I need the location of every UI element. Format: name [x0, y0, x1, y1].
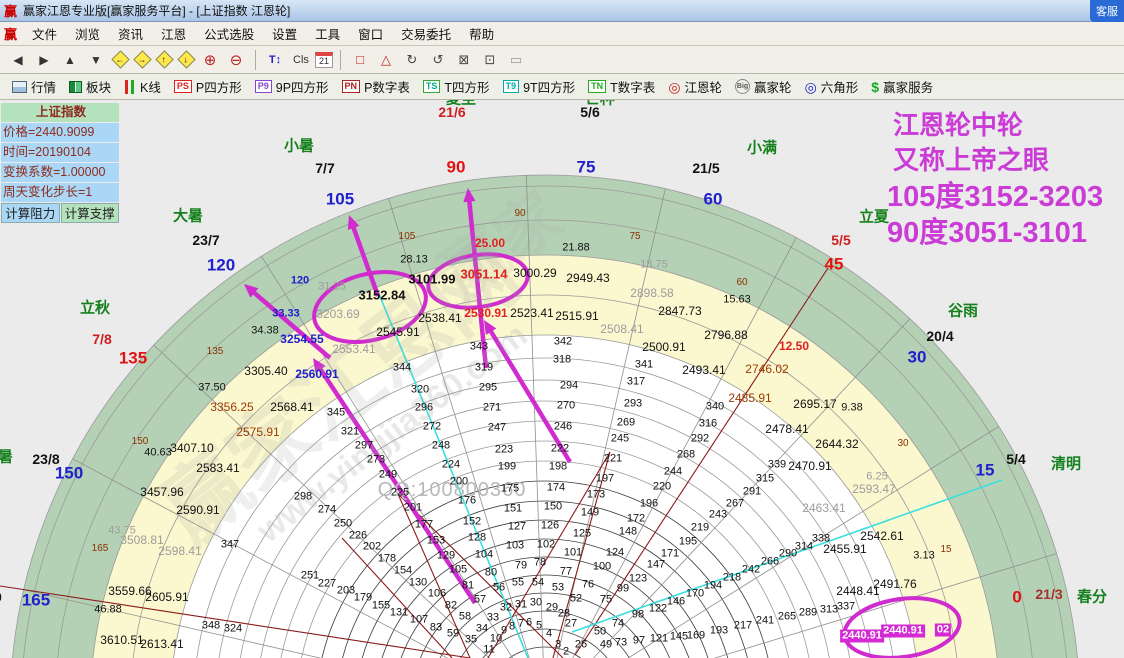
t-table-button-icon: TN — [588, 80, 606, 93]
app-window: 赢家江恩网www.yingjia360.com赢家小暑夏至芒种小满立夏谷雨清明春… — [0, 0, 1124, 658]
t-square-button-icon: TS — [423, 80, 441, 93]
rotate-cw-icon[interactable]: ↻ — [400, 49, 424, 71]
sectors-button[interactable]: 板块 — [63, 75, 117, 98]
winner-wheel-button[interactable]: Big 赢家轮 — [729, 75, 798, 98]
winner-wheel-button-icon: Big — [735, 79, 750, 94]
toolbar-charts: 行情板块K线PSP四方形P99P四方形PNP数字表TST四方形T99T四方形TN… — [0, 74, 1124, 100]
forward-icon[interactable]: ▶ — [32, 49, 56, 71]
up-icon[interactable]: ▲ — [58, 49, 82, 71]
quotes-button[interactable]: 行情 — [6, 75, 62, 98]
quotes-button-label: 行情 — [31, 77, 56, 96]
menu-item-帮助[interactable]: 帮助 — [460, 26, 503, 44]
toolbar-separator — [340, 50, 341, 70]
panel-value-row: 时间=20190104 — [1, 143, 119, 162]
t-table-button-label: T数字表 — [610, 77, 655, 96]
rotate-ccw-icon[interactable]: ↺ — [426, 49, 450, 71]
winner-service-button[interactable]: $赢家服务 — [865, 75, 939, 98]
window-title: 赢家江恩专业版[赢家服务平台] - [上证指数 江恩轮] — [23, 2, 290, 19]
callout-line: 105度3152-3203 — [887, 183, 1103, 212]
app-logo-icon: 赢 — [4, 1, 17, 20]
zoom-out-icon[interactable]: ⊖ — [224, 49, 248, 71]
zoom-in-icon[interactable]: ⊕ — [198, 49, 222, 71]
panel-value-row: 周天变化步长=1 — [1, 183, 119, 202]
kline-button-label: K线 — [140, 77, 161, 96]
menu-item-公式选股[interactable]: 公式选股 — [195, 26, 263, 44]
gann-wheel-button[interactable]: ◎ 江恩轮 — [662, 75, 728, 98]
square-tool-icon[interactable]: □ — [348, 49, 372, 71]
sectors-button-icon — [69, 81, 82, 93]
p-table-button[interactable]: PNP数字表 — [336, 75, 416, 98]
callout-line: 90度3051-3101 — [887, 219, 1087, 248]
index-info-panel: 上证指数 价格=2440.9099时间=20190104变换系数=1.00000… — [1, 103, 119, 223]
quotes-button-icon — [12, 81, 27, 93]
p-square-button-label: P四方形 — [196, 77, 242, 96]
gann-wheel-button-label: 江恩轮 — [685, 77, 723, 96]
center-icon[interactable]: ⊡ — [478, 49, 502, 71]
9t-square-button-label: 9T四方形 — [523, 77, 575, 96]
p-square-button[interactable]: PS P四方形 — [168, 75, 248, 98]
calc-resistance-button[interactable]: 计算阻力 — [1, 203, 60, 223]
sectors-button-label: 板块 — [86, 77, 111, 96]
9p-square-button[interactable]: P9 9P四方形 — [249, 75, 335, 98]
winner-service-button-label: 赢家服务 — [883, 77, 933, 96]
gann-wheel-button-icon: ◎ — [668, 80, 680, 94]
panel-value-row: 变换系数=1.00000 — [1, 163, 119, 182]
p-table-button-icon: PN — [342, 80, 361, 93]
menu-item-窗口[interactable]: 窗口 — [349, 26, 392, 44]
menu-item-文件[interactable]: 文件 — [23, 26, 66, 44]
back-icon[interactable]: ◀ — [6, 49, 30, 71]
pan-up-icon[interactable]: ↑ — [154, 50, 174, 70]
9p-square-button-label: 9P四方形 — [276, 77, 329, 96]
calendar-icon[interactable]: 21 — [315, 52, 333, 68]
pan-right-icon[interactable]: → — [132, 50, 152, 70]
p-square-button-icon: PS — [174, 80, 192, 93]
kline-button[interactable]: K线 — [118, 75, 167, 98]
pan-left-icon[interactable]: ← — [110, 50, 130, 70]
toolbar-separator — [255, 50, 256, 70]
down-icon[interactable]: ▼ — [84, 49, 108, 71]
menu-item-设置[interactable]: 设置 — [263, 26, 306, 44]
callout-line: 江恩轮中轮 — [893, 112, 1023, 138]
screen-icon[interactable]: ▭ — [504, 49, 528, 71]
9p-square-button-icon: P9 — [255, 80, 272, 93]
calc-support-button[interactable]: 计算支撑 — [61, 203, 120, 223]
t-square-button[interactable]: TST四方形 — [417, 75, 496, 98]
callout-line: 又称上帝之眼 — [893, 147, 1049, 173]
menu-item-资讯[interactable]: 资讯 — [109, 26, 152, 44]
hexagon-button-label: 六角形 — [821, 77, 859, 96]
kline-button-icon — [124, 80, 136, 94]
winner-wheel-button-label: 赢家轮 — [754, 77, 792, 96]
toolbar-main: ◀▶▲▼←→↑↓⊕⊖ T↕Cls21 □△↻↺⊠⊡▭ — [0, 46, 1124, 74]
menu-item-交易委托[interactable]: 交易委托 — [392, 26, 460, 44]
maximize-icon[interactable]: ⊠ — [452, 49, 476, 71]
pan-down-icon[interactable]: ↓ — [176, 50, 196, 70]
hexagon-button-icon: ◎ — [805, 80, 817, 94]
index-name: 上证指数 — [1, 103, 119, 122]
menu-item-浏览[interactable]: 浏览 — [66, 26, 109, 44]
menu-bar: 赢 文件浏览资讯江恩公式选股设置工具窗口交易委托帮助 — [0, 22, 1124, 46]
menu-item-工具[interactable]: 工具 — [306, 26, 349, 44]
9t-square-button[interactable]: T99T四方形 — [497, 75, 582, 98]
panel-value-row: 价格=2440.9099 — [1, 123, 119, 142]
menu-logo-icon: 赢 — [4, 24, 17, 43]
p-table-button-label: P数字表 — [364, 77, 410, 96]
cls-button[interactable]: Cls — [289, 49, 313, 71]
menu-item-江恩[interactable]: 江恩 — [152, 26, 195, 44]
t-table-button[interactable]: TN T数字表 — [582, 75, 661, 98]
t-square-button-label: T四方形 — [444, 77, 489, 96]
title-bar: 赢 赢家江恩专业版[赢家服务平台] - [上证指数 江恩轮] — [0, 0, 1124, 22]
triangle-tool-icon[interactable]: △ — [374, 49, 398, 71]
sort-icon[interactable]: T↕ — [263, 49, 287, 71]
customer-service-button[interactable]: 客服 — [1090, 0, 1124, 22]
hexagon-button[interactable]: ◎ 六角形 — [799, 75, 865, 98]
9t-square-button-icon: T9 — [503, 80, 520, 93]
winner-service-button-icon: $ — [871, 79, 879, 95]
